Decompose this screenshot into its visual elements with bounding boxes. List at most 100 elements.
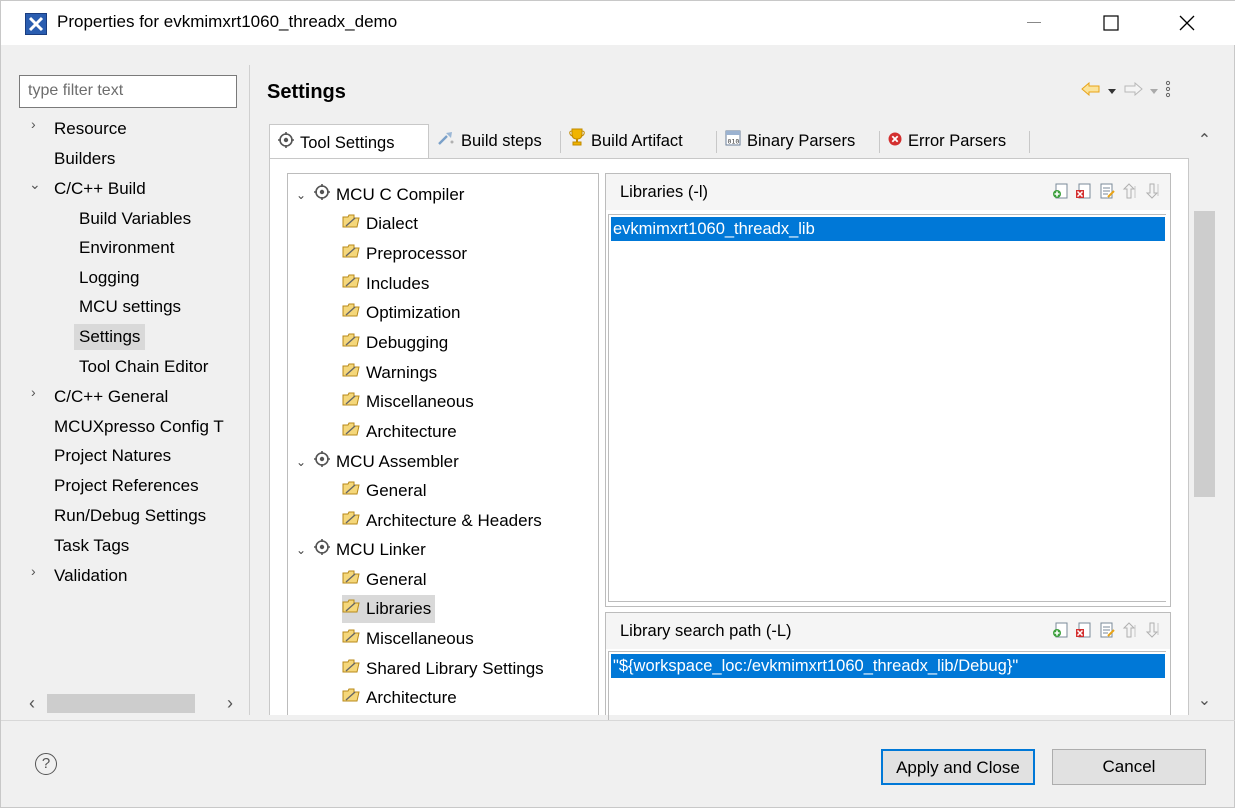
cancel-button[interactable]: Cancel	[1052, 749, 1206, 785]
add-icon[interactable]	[1052, 182, 1070, 200]
back-arrow-icon[interactable]	[1081, 81, 1101, 101]
nav-horizontal-scrollbar[interactable]: ‹ ›	[19, 691, 243, 716]
option-folder-icon	[342, 240, 360, 268]
move-up-icon[interactable]	[1121, 182, 1139, 200]
tree-item-label: General	[366, 481, 427, 500]
minimize-button[interactable]	[1011, 7, 1057, 39]
nav-item-cc-general[interactable]: C/C++ General	[54, 384, 168, 410]
library-entry[interactable]: evkmimxrt1060_threadx_lib	[611, 217, 1165, 241]
collapse-chevron-icon[interactable]: ⌄	[294, 536, 308, 564]
nav-item-tool-chain-editor[interactable]: Tool Chain Editor	[79, 354, 208, 380]
forward-arrow-icon[interactable]	[1123, 81, 1143, 101]
add-icon[interactable]	[1052, 621, 1070, 639]
tree-item-dialect[interactable]: Dialect	[342, 210, 418, 238]
search-path-entry[interactable]: "${workspace_loc:/evkmimxrt1060_threadx_…	[611, 654, 1165, 678]
tab-tool-settings[interactable]: Tool Settings	[269, 124, 429, 160]
delete-icon[interactable]	[1075, 621, 1093, 639]
move-down-icon[interactable]	[1144, 621, 1162, 639]
search-path-list[interactable]: "${workspace_loc:/evkmimxrt1060_threadx_…	[608, 651, 1166, 721]
nav-item-run-debug-settings[interactable]: Run/Debug Settings	[54, 503, 206, 529]
tree-item-libraries[interactable]: Libraries	[342, 595, 436, 623]
tree-item-warnings[interactable]: Warnings	[342, 359, 437, 387]
tree-item-linker-miscellaneous[interactable]: Miscellaneous	[342, 625, 474, 653]
tool-gear-icon	[314, 448, 330, 476]
tab-error-parsers[interactable]: Error Parsers	[880, 124, 1030, 158]
filter-input[interactable]: type filter text	[19, 75, 237, 108]
move-up-icon[interactable]	[1121, 621, 1139, 639]
more-menu-icon[interactable]	[1165, 80, 1171, 103]
app-icon	[25, 13, 47, 35]
library-search-path-panel: Library search path (-L) "${workspace_lo…	[605, 612, 1171, 721]
tool-gear-icon	[314, 536, 330, 564]
maximize-button[interactable]	[1088, 7, 1134, 39]
delete-icon[interactable]	[1075, 182, 1093, 200]
nav-item-build-variables[interactable]: Build Variables	[79, 206, 191, 232]
collapse-arrow-icon[interactable]: ⌄	[29, 176, 43, 202]
tree-item-mcu-c-compiler[interactable]: ⌄ MCU C Compiler	[294, 181, 464, 209]
option-folder-icon	[342, 388, 360, 416]
nav-item-project-natures[interactable]: Project Natures	[54, 443, 171, 469]
tree-item-assembler-general[interactable]: General	[342, 477, 426, 505]
tree-item-includes[interactable]: Includes	[342, 270, 429, 298]
close-button[interactable]	[1164, 7, 1210, 39]
tree-item-linker-general[interactable]: General	[342, 566, 426, 594]
option-folder-icon	[342, 359, 360, 387]
scroll-right-icon[interactable]: ›	[217, 691, 243, 716]
tree-item-debugging[interactable]: Debugging	[342, 329, 448, 357]
tree-item-miscellaneous[interactable]: Miscellaneous	[342, 388, 474, 416]
nav-item-mcuxpresso-config[interactable]: MCUXpresso Config T	[54, 414, 224, 440]
apply-and-close-button[interactable]: Apply and Close	[881, 749, 1035, 785]
window-title: Properties for evkmimxrt1060_threadx_dem…	[57, 12, 398, 31]
tab-binary-parsers[interactable]: 010 Binary Parsers	[717, 124, 879, 158]
nav-item-builders[interactable]: Builders	[54, 146, 115, 172]
help-icon[interactable]: ?	[35, 753, 57, 775]
nav-item-settings[interactable]: Settings	[74, 324, 146, 350]
nav-item-mcu-settings[interactable]: MCU settings	[79, 294, 181, 320]
tree-item-label: Architecture	[366, 422, 457, 441]
move-down-icon[interactable]	[1144, 182, 1162, 200]
collapse-chevron-icon[interactable]: ⌄	[294, 448, 308, 476]
expand-arrow-icon[interactable]: ›	[31, 563, 45, 589]
tree-item-architecture-headers[interactable]: Architecture & Headers	[342, 507, 542, 535]
nav-item-cc-build[interactable]: C/C++ Build	[54, 176, 146, 202]
tree-item-shared-library-settings[interactable]: Shared Library Settings	[342, 655, 544, 683]
forward-dropdown-icon[interactable]	[1149, 81, 1159, 101]
tree-item-label: General	[366, 570, 427, 589]
option-folder-icon	[342, 210, 360, 238]
page-title: Settings	[267, 81, 346, 103]
nav-item-resource[interactable]: Resource	[54, 116, 127, 142]
tree-item-label: MCU C Compiler	[336, 185, 465, 204]
scrollbar-thumb[interactable]	[47, 694, 195, 713]
sash[interactable]	[249, 65, 250, 715]
collapse-chevron-icon[interactable]: ⌄	[294, 181, 308, 209]
tab-build-steps[interactable]: Build steps	[429, 124, 560, 158]
scroll-down-icon[interactable]: ⌄	[1192, 687, 1217, 713]
nav-item-validation[interactable]: Validation	[54, 563, 127, 589]
edit-icon[interactable]	[1098, 621, 1116, 639]
nav-item-environment[interactable]: Environment	[79, 235, 174, 261]
tree-item-label: Optimization	[366, 303, 461, 322]
nav-item-logging[interactable]: Logging	[79, 265, 140, 291]
tree-item-architecture[interactable]: Architecture	[342, 418, 457, 446]
tree-item-mcu-assembler[interactable]: ⌄ MCU Assembler	[294, 448, 459, 476]
tree-item-linker-architecture[interactable]: Architecture	[342, 684, 457, 712]
back-dropdown-icon[interactable]	[1107, 81, 1117, 101]
expand-arrow-icon[interactable]: ›	[31, 116, 45, 142]
scroll-up-icon[interactable]: ⌃	[1192, 127, 1217, 153]
scrollbar-thumb[interactable]	[1194, 211, 1215, 497]
libraries-list[interactable]: evkmimxrt1060_threadx_lib	[608, 214, 1166, 602]
content-vertical-scrollbar[interactable]: ⌃ ⌄	[1192, 121, 1217, 715]
scroll-left-icon[interactable]: ‹	[19, 691, 45, 716]
tab-build-artifact[interactable]: Build Artifact	[561, 124, 716, 158]
title-bar: Properties for evkmimxrt1060_threadx_dem…	[1, 1, 1235, 45]
nav-item-project-references[interactable]: Project References	[54, 473, 199, 499]
edit-icon[interactable]	[1098, 182, 1116, 200]
settings-tabbar: Tool Settings Build steps Build Artifact…	[269, 124, 1189, 160]
tree-item-optimization[interactable]: Optimization	[342, 299, 460, 327]
tree-item-mcu-linker[interactable]: ⌄ MCU Linker	[294, 536, 426, 564]
expand-arrow-icon[interactable]: ›	[31, 384, 45, 410]
tree-item-preprocessor[interactable]: Preprocessor	[342, 240, 467, 268]
property-nav: › Resource Builders ⌄ C/C++ Build Build …	[19, 116, 249, 686]
tree-item-label: Warnings	[366, 363, 438, 382]
nav-item-task-tags[interactable]: Task Tags	[54, 533, 129, 559]
